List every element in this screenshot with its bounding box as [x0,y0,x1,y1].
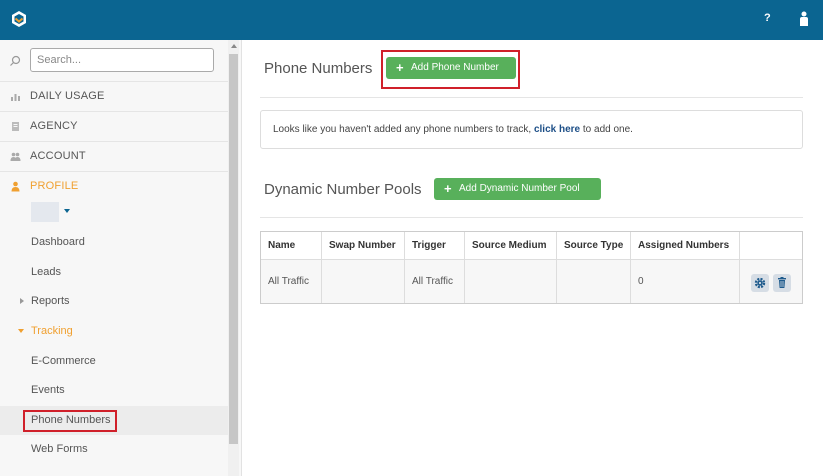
sidebar-item-label: Tracking [31,325,73,337]
chevron-right-icon [20,298,24,304]
document-icon [12,122,19,131]
table-cell: All Traffic [261,260,322,303]
scroll-up-arrow-icon[interactable] [231,44,237,48]
sidebar-item-reports[interactable]: Reports [0,287,228,316]
dynamic-pools-table: Name Swap Number Trigger Source Medium S… [260,231,803,304]
section-title: Dynamic Number Pools [264,181,422,198]
sidebar-item-events[interactable]: Events [0,376,228,405]
table-row-actions [740,260,802,303]
sidebar-item-daily-usage[interactable]: DAILY USAGE [0,81,228,111]
search-icon [10,55,21,66]
sidebar-item-label: Leads [31,266,61,278]
chevron-down-icon [18,329,24,333]
divider [260,97,803,98]
gear-icon [754,277,766,289]
sidebar-item-label: Web Forms [31,443,88,455]
empty-notice: Looks like you haven't added any phone n… [260,110,803,149]
page-title: Phone Numbers [264,60,373,77]
column-header[interactable]: Source Medium [465,232,557,260]
chart-icon [11,94,20,101]
highlight-box [381,50,520,89]
add-dynamic-number-pool-button[interactable]: + Add Dynamic Number Pool [434,178,601,200]
settings-button[interactable] [751,274,769,292]
scrollbar-thumb[interactable] [229,54,238,444]
highlight-box [23,410,117,432]
user-icon[interactable] [798,11,810,27]
sidebar-item-label: Events [31,384,65,396]
sidebar-item-label: PROFILE [30,180,79,192]
profile-selector[interactable] [31,202,59,222]
table-cell: 0 [631,260,740,303]
notice-text-end: to add one. [580,124,633,135]
help-icon[interactable]: ? [764,12,771,24]
plus-icon: + [444,181,452,196]
column-header [740,232,802,260]
top-bar: ? [0,0,823,40]
sidebar-item-label: ACCOUNT [30,150,86,162]
notice-text: Looks like you haven't added any phone n… [273,124,534,135]
table-cell [465,260,557,303]
table-cell [557,260,631,303]
sidebar-item-account[interactable]: ACCOUNT [0,141,228,171]
sidebar-item-web-forms[interactable]: Web Forms [0,435,228,464]
sidebar-item-label: E-Commerce [31,355,96,367]
divider [260,217,803,218]
sidebar-item-agency[interactable]: AGENCY [0,111,228,141]
column-header[interactable]: Name [261,232,322,260]
logo-icon[interactable] [10,10,28,28]
sidebar-item-profile[interactable]: PROFILE [0,171,228,201]
table-cell: All Traffic [405,260,465,303]
chevron-down-icon[interactable] [64,209,70,213]
column-header[interactable]: Assigned Numbers [631,232,740,260]
sidebar-item-e-commerce[interactable]: E-Commerce [0,347,228,376]
column-header[interactable]: Source Type [557,232,631,260]
sidebar-item-leads[interactable]: Leads [0,258,228,287]
user-icon [11,181,20,192]
column-header[interactable]: Trigger [405,232,465,260]
column-header[interactable]: Swap Number [322,232,405,260]
sidebar-item-label: DAILY USAGE [30,90,105,102]
table-cell [322,260,405,303]
trash-icon [778,277,786,288]
click-here-link[interactable]: click here [534,124,580,135]
sidebar-item-label: AGENCY [30,120,78,132]
button-label: Add Dynamic Number Pool [459,183,580,194]
sidebar-item-dashboard[interactable]: Dashboard [0,228,228,257]
delete-button[interactable] [773,274,791,292]
sidebar-item-tracking[interactable]: Tracking [0,317,228,346]
sidebar-item-label: Dashboard [31,236,85,248]
sidebar-item-label: Reports [31,295,70,307]
group-icon [10,152,21,161]
search-input[interactable] [30,48,214,72]
